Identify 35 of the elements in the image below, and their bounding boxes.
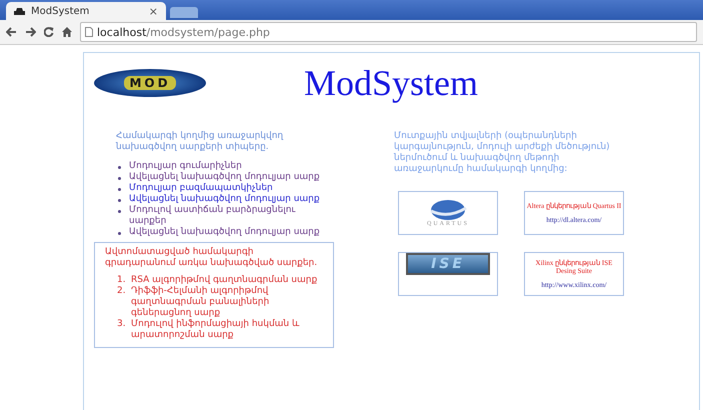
library-item: Մոդուլով ինֆորմացիայի հսկման և արատորոշման սարք [131,319,300,341]
reload-icon[interactable] [44,27,54,37]
forward-icon[interactable] [25,27,36,37]
url-text: localhost/modsystem/page.php [97,26,270,38]
logo-text: MOD [124,76,176,90]
bullet-icon [118,188,121,191]
page-title: ModSystem [304,62,478,104]
bullet-icon [118,177,121,180]
home-icon[interactable] [62,27,72,37]
bullet-icon [118,166,121,169]
tab-title: ModSystem [31,6,90,16]
bullet-icon [118,232,121,235]
logo-text: ISE [431,256,465,272]
device-link[interactable]: Մոդուլյար գումարիչներ [129,161,242,172]
device-link[interactable]: Մոդուլով աստիճան բարձրացնելու սարքեր [129,205,334,227]
bullet-icon [118,210,121,213]
address-bar[interactable]: localhost/modsystem/page.php [80,22,697,42]
page-icon [85,27,93,37]
library-heading: Ավտոմատացված համակարգի գրադարանում առկա նախագծված սարքեր. [105,247,318,269]
intro-text: Համակարգի կողմից առաջարկվող նախագծվող սարքերի տիպերը. [116,131,284,153]
close-icon[interactable]: × [148,4,158,18]
library-item: RSA ալգորիթմով գաղտնագրման սարք [131,275,318,286]
browser-tab[interactable]: ModSystem × [6,2,166,20]
back-icon[interactable] [6,27,17,37]
list-number: 1. [117,275,127,286]
bullet-icon [118,199,121,202]
device-link[interactable]: Մոդուլյար բազմապատկիչներ [129,183,273,194]
library-item: Դիֆֆի-Հելմանի ալգորիթմով գաղտնագրման բանալիների գեներացնող սարք [131,286,270,319]
list-number: 3. [117,319,127,330]
device-link[interactable]: Ավելացնել նախագծվող մոդուլյար սարք [129,194,320,205]
device-link[interactable]: Ավելացնել նախագծվող մոդուլյար սարք [129,172,320,183]
list-number: 2. [117,286,127,297]
device-link[interactable]: Ավելացնել նախագծվող մոդուլյար սարք [129,227,320,238]
sphere-icon [428,199,468,221]
intro-text: Մուտքային տվյալների (օպերանդների կարգայնություն, մոդուլի արժեքի մեծություն) ներմուծում և նախագծվող մեթոդի առաջարկումը համակարգի կողմից: [394,131,611,175]
